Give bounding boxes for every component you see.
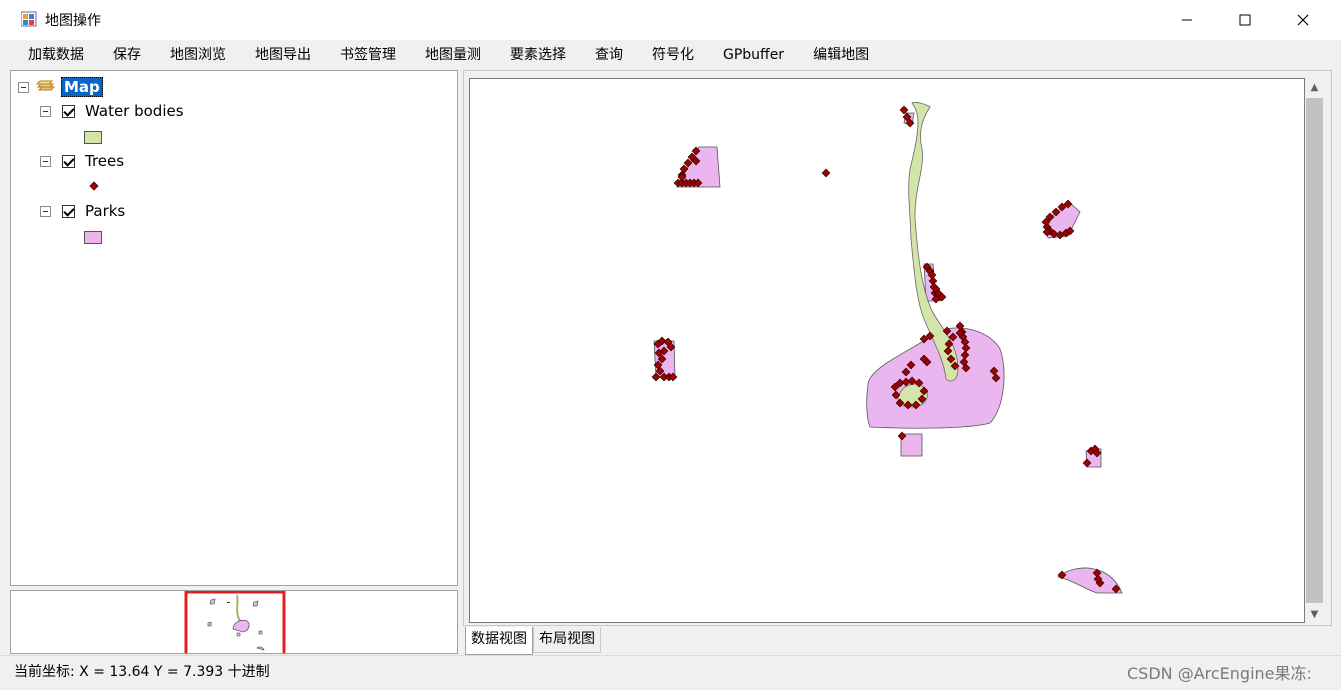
toc-layer-row: Parks <box>40 202 125 220</box>
minimize-icon <box>1182 19 1192 21</box>
layers-icon <box>35 80 55 91</box>
title-bar: 地图操作 <box>0 0 1341 40</box>
coordinate-readout: 当前坐标: X = 13.64 Y = 7.393 十进制 <box>14 664 270 680</box>
layer-label[interactable]: Trees <box>85 152 124 170</box>
overview-park <box>209 598 216 605</box>
overview-park <box>252 600 259 607</box>
menu-bar: 加载数据 保存 地图浏览 地图导出 书签管理 地图量测 要素选择 查询 符号化 … <box>12 40 1332 70</box>
status-bar: 当前坐标: X = 13.64 Y = 7.393 十进制 CSDN @ArcE… <box>0 655 1341 690</box>
overview-park <box>236 632 241 637</box>
main-window: 地图操作 加载数据 保存 地图浏览 地图导出 书签管理 地图量测 要素选择 查询… <box>0 0 1341 690</box>
overview-map[interactable] <box>10 590 458 654</box>
scroll-down-icon[interactable]: ▼ <box>1305 605 1324 623</box>
collapse-toggle[interactable] <box>40 205 51 217</box>
toc-panel: Map Water bodies Trees Parks <box>10 70 458 586</box>
scroll-thumb[interactable] <box>1306 98 1323 603</box>
minimize-button[interactable] <box>1158 0 1216 40</box>
overview-park <box>232 619 250 633</box>
overview-park <box>207 621 212 627</box>
map-canvas[interactable] <box>470 79 1305 623</box>
view-tabs: 数据视图 布局视图 <box>465 627 601 655</box>
window-title: 地图操作 <box>45 13 101 29</box>
toc-layer-row: Water bodies <box>40 102 184 120</box>
close-button[interactable] <box>1274 0 1332 40</box>
scroll-up-icon[interactable]: ▲ <box>1305 78 1324 96</box>
trees-layer <box>651 105 1121 594</box>
menu-map-export[interactable]: 地图导出 <box>239 40 324 70</box>
toc-root-label[interactable]: Map <box>61 77 103 97</box>
tab-layout-view[interactable]: 布局视图 <box>533 627 601 653</box>
overview-tree <box>227 602 230 603</box>
collapse-toggle[interactable] <box>18 81 29 93</box>
parks-layer <box>653 112 1123 594</box>
extent-box[interactable] <box>184 591 286 654</box>
map-vertical-scrollbar[interactable]: ▲ ▼ <box>1305 78 1324 623</box>
toc-root-row: Map <box>18 77 103 97</box>
menu-feature-select[interactable]: 要素选择 <box>494 40 579 70</box>
layer-visibility-checkbox[interactable] <box>62 104 75 118</box>
collapse-toggle[interactable] <box>40 155 51 167</box>
menu-map-browse[interactable]: 地图浏览 <box>154 40 239 70</box>
close-icon <box>1297 14 1309 26</box>
menu-edit-map[interactable]: 编辑地图 <box>797 40 882 70</box>
layer-label[interactable]: Parks <box>85 202 125 220</box>
tab-data-view[interactable]: 数据视图 <box>465 627 533 655</box>
map-view[interactable] <box>469 78 1305 623</box>
layer-label[interactable]: Water bodies <box>85 102 184 120</box>
tree-point-icon <box>89 181 99 191</box>
layer-legend <box>89 181 99 191</box>
layer-visibility-checkbox[interactable] <box>62 204 75 218</box>
overview-canvas <box>184 591 286 654</box>
maximize-button[interactable] <box>1216 0 1274 40</box>
menu-bookmarks[interactable]: 书签管理 <box>324 40 409 70</box>
watermark-text: CSDN @ArcEngine果冻: <box>1127 664 1312 683</box>
toc-layer-row: Trees <box>40 152 124 170</box>
app-map-icon <box>21 11 37 27</box>
menu-gpbuffer[interactable]: GPbuffer <box>707 40 797 70</box>
layer-visibility-checkbox[interactable] <box>62 154 75 168</box>
overview-park <box>256 646 265 651</box>
menu-save[interactable]: 保存 <box>97 40 154 70</box>
menu-load-data[interactable]: 加载数据 <box>12 40 97 70</box>
layer-legend <box>84 131 102 144</box>
menu-measure[interactable]: 地图量测 <box>409 40 494 70</box>
layer-legend <box>84 231 102 244</box>
water-swatch <box>84 131 102 144</box>
tree-point[interactable] <box>821 168 831 178</box>
park-swatch <box>84 231 102 244</box>
collapse-toggle[interactable] <box>40 105 51 117</box>
menu-symbolize[interactable]: 符号化 <box>636 40 707 70</box>
menu-query[interactable]: 查询 <box>579 40 636 70</box>
maximize-icon <box>1239 14 1251 26</box>
overview-park <box>258 630 263 635</box>
